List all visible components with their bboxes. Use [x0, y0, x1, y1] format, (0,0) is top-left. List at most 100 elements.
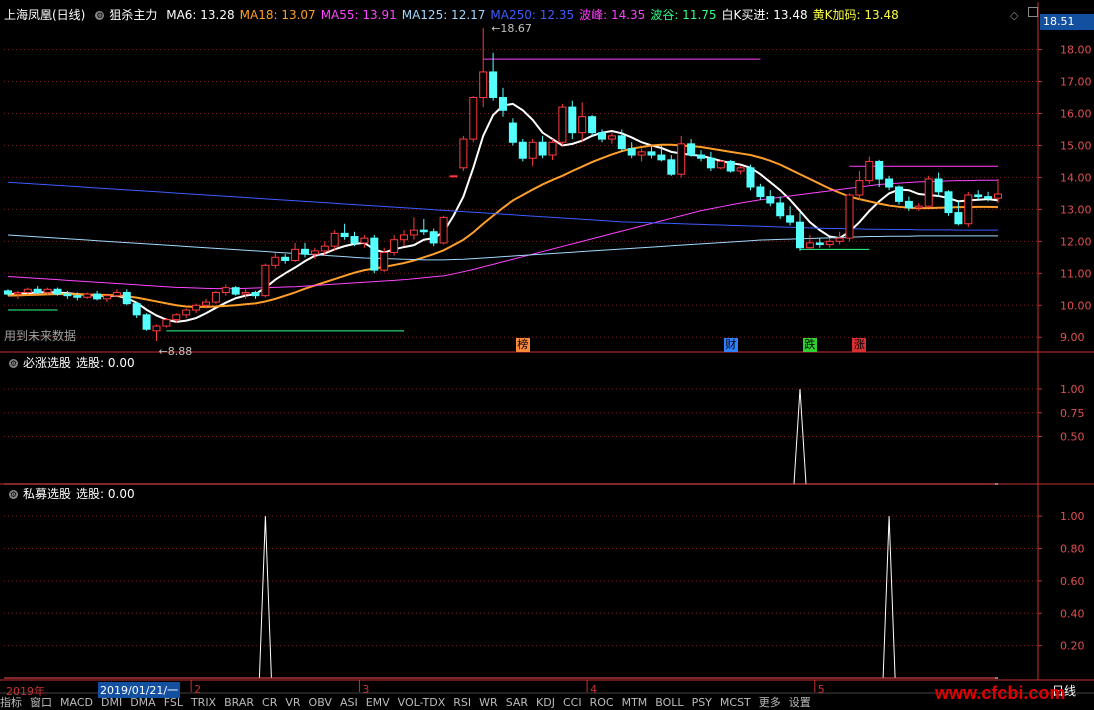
panel3-title[interactable]: 私募选股 — [23, 487, 71, 501]
candle-body — [112, 291, 121, 297]
candle-body — [508, 122, 517, 143]
candle-body — [627, 148, 636, 156]
candle-body — [13, 291, 22, 295]
candle-body — [568, 106, 577, 134]
ma-legend-item: MA125: 12.17 — [401, 8, 486, 22]
panel2-header: ⚙ 必涨选股 选股: 0.00 — [4, 354, 140, 372]
signal-line — [8, 516, 998, 679]
candle-body — [320, 245, 329, 252]
candle-body — [202, 301, 210, 306]
candle-body — [390, 239, 399, 254]
candle-body — [598, 132, 606, 140]
candle-body — [716, 160, 725, 169]
window-icon[interactable] — [1028, 7, 1038, 17]
y-tick-label: 0.40 — [1060, 607, 1085, 620]
future-data-note: 用到未来数据 — [4, 329, 77, 343]
candle-body — [103, 295, 111, 300]
candle-body — [677, 143, 686, 175]
main-panel-header: 上海凤凰(日线) ⚙ 狙杀主力 MA6: 13.28 MA18: 13.07 MA55:… — [4, 6, 909, 24]
candle-body — [706, 157, 715, 169]
candle-body — [251, 291, 260, 297]
candle-body — [865, 160, 874, 182]
watermark: www.cfcbi.com — [935, 683, 1066, 703]
stock-title[interactable]: 上海凤凰(日线) — [4, 8, 85, 22]
candle-body — [449, 175, 458, 178]
diamond-icon[interactable]: ◇ — [1010, 9, 1018, 22]
event-marker[interactable]: 涨 — [852, 338, 867, 352]
y-tick-label: 1.00 — [1060, 510, 1085, 523]
candle-body — [588, 116, 597, 134]
candle-body — [162, 319, 171, 327]
candle-body — [53, 288, 62, 295]
candle-body — [281, 256, 290, 262]
ma-legend-item: 波谷: 11.75 — [650, 8, 717, 22]
candle-body — [419, 229, 428, 233]
candle-body — [261, 264, 270, 297]
indicator-name[interactable]: 狙杀主力 — [109, 8, 157, 22]
y-tick-label: 12.00 — [1060, 235, 1092, 248]
ma-legend: MA6: 13.28 MA18: 13.07 MA55: 13.91 MA125: 1… — [166, 8, 904, 22]
ma-legend-item: 黄K加码: 13.48 — [812, 8, 899, 22]
y-tick-label: 14.00 — [1060, 171, 1092, 184]
candle-body — [271, 256, 280, 266]
candle-body — [934, 178, 943, 193]
candle-body — [241, 291, 250, 295]
candle-body — [83, 293, 92, 298]
candle-body — [835, 237, 844, 242]
chart-canvas[interactable]: 9.00 10.00 11.00 12.00 13.00 14.00 15.00 16.00 1… — [0, 0, 1094, 703]
y-tick-label: 0.50 — [1060, 431, 1085, 444]
trough-label: ←8.88 — [159, 345, 193, 358]
candle-body — [400, 234, 408, 241]
candle-body — [469, 97, 478, 140]
candle-body — [984, 196, 993, 199]
candle-body — [815, 242, 824, 246]
gear-icon[interactable]: ⚙ — [9, 490, 18, 499]
candle-body — [43, 288, 52, 293]
y-tick-label: 15.00 — [1060, 139, 1092, 152]
indicator-tabs: 指标 窗口 MACD DMI DMA FSL TRIX BRAR CR VR OBV ASI EMV VO… — [0, 694, 819, 709]
candle-body — [528, 141, 537, 159]
candle-body — [73, 295, 82, 298]
ma-legend-item: MA55: 13.91 — [320, 8, 397, 22]
current-price-box: 18.51 — [1040, 14, 1094, 30]
candle-body — [924, 178, 933, 207]
candle-body — [93, 293, 102, 300]
candle-body — [33, 288, 42, 293]
y-tick-label: 0.60 — [1060, 575, 1085, 588]
peak-label: ←18.67 — [491, 22, 532, 35]
candle-body — [221, 287, 230, 293]
candle-body — [409, 229, 418, 236]
candle-body — [914, 205, 923, 209]
y-tick-label: 17.00 — [1060, 76, 1092, 89]
candle-body — [142, 314, 151, 330]
y-tick-label: 0.75 — [1060, 407, 1085, 420]
candle-body — [479, 71, 488, 99]
event-marker[interactable]: 财 — [723, 338, 738, 352]
candle-body — [786, 215, 795, 223]
y-tick-label: 13.00 — [1060, 203, 1092, 216]
candle-body — [756, 186, 765, 198]
candle-body — [994, 193, 1002, 199]
event-marker[interactable]: 跌 — [802, 338, 817, 352]
candle-body — [310, 250, 319, 255]
candle-body — [904, 200, 913, 209]
candle-body — [954, 212, 963, 225]
candle-body — [548, 141, 557, 156]
panel2-title[interactable]: 必涨选股 — [23, 356, 71, 370]
y-tick-label: 16.00 — [1060, 107, 1092, 120]
candle-body — [736, 167, 745, 172]
candle-body — [805, 242, 814, 249]
candle-body — [291, 248, 300, 262]
candle-body — [964, 194, 973, 225]
y-tick-label: 18.00 — [1060, 44, 1092, 57]
candle-body — [687, 143, 696, 156]
gear-icon[interactable]: ⚙ — [95, 11, 105, 20]
candle-body — [211, 291, 220, 303]
ma-legend-item: MA18: 13.07 — [239, 8, 316, 22]
candle-body — [439, 216, 448, 244]
gear-icon[interactable]: ⚙ — [9, 359, 18, 368]
event-marker[interactable]: 榜 — [515, 338, 530, 352]
y-tick-label: 9.00 — [1060, 331, 1085, 344]
candle-body — [944, 191, 953, 214]
candle-body — [340, 232, 349, 238]
